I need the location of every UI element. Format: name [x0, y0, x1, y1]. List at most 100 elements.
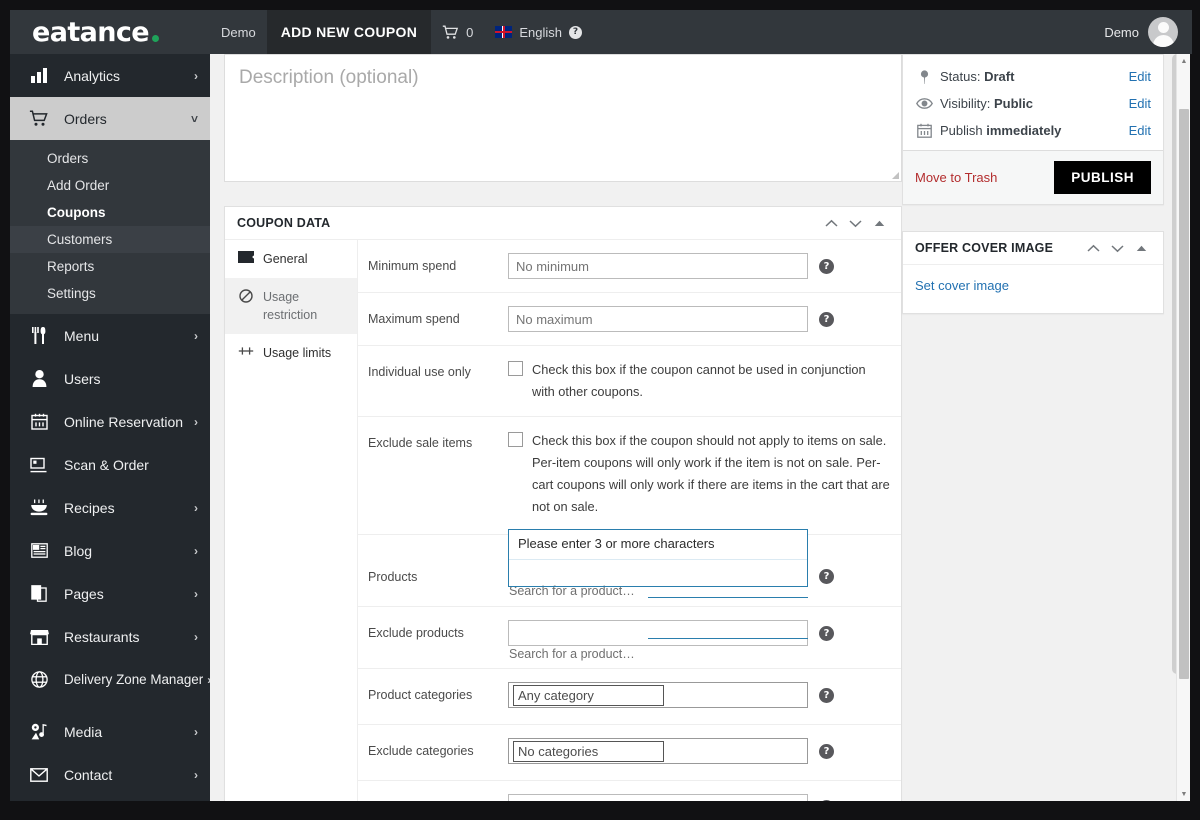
brand-dot-icon	[152, 34, 159, 42]
adminbar-language[interactable]: English ?	[484, 10, 593, 54]
visibility-label: Visibility:	[940, 96, 991, 111]
tab-usage-restriction[interactable]: Usage restriction	[225, 278, 357, 335]
help-icon[interactable]: ?	[819, 626, 834, 641]
sidebar-item-label: Delivery Zone Manager	[64, 672, 204, 687]
field-label: Products	[368, 570, 418, 584]
sidebar-subitem-coupons[interactable]: Coupons	[10, 199, 210, 226]
help-icon[interactable]: ?	[819, 688, 834, 703]
description-textarea[interactable]: Description (optional)	[224, 54, 902, 182]
chevron-right-icon: ›	[194, 724, 198, 739]
sidebar-item-recipes[interactable]: Recipes ›	[10, 486, 210, 529]
help-icon[interactable]: ?	[568, 25, 582, 39]
move-up-icon[interactable]	[819, 211, 843, 235]
cart-count: 0	[466, 24, 474, 40]
publish-schedule-text: Publish immediately	[940, 123, 1129, 138]
adminbar-cart[interactable]: 0	[431, 10, 484, 54]
visibility-edit-link[interactable]: Edit	[1129, 96, 1151, 111]
products-select2[interactable]: Search for a product… Please enter 3 or …	[508, 529, 808, 598]
publish-box: Status: Draft Edit Visibility: Public Ed…	[902, 54, 1164, 205]
individual-use-checkbox-wrap[interactable]: Check this box if the coupon cannot be u…	[508, 359, 891, 403]
toggle-panel-icon[interactable]	[1129, 236, 1153, 260]
sidebar-item-pages[interactable]: Pages ›	[10, 572, 210, 615]
field-row-products: Products Search for a product… Please en…	[358, 529, 901, 607]
panel-title: OFFER COVER IMAGE	[915, 241, 1054, 255]
field-row-allowed-emails: Allowed emails ?	[358, 781, 901, 801]
sidebar-subitem-settings[interactable]: Settings	[10, 280, 210, 307]
store-icon	[28, 627, 50, 647]
move-down-icon[interactable]	[843, 211, 867, 235]
individual-use-checkbox[interactable]	[508, 361, 523, 376]
status-label: Status:	[940, 69, 981, 84]
sidebar-item-contact[interactable]: Contact ›	[10, 753, 210, 796]
page-scrollbar-thumb[interactable]	[1179, 109, 1189, 679]
help-icon[interactable]: ?	[819, 259, 834, 274]
publish-edit-link[interactable]: Edit	[1129, 123, 1151, 138]
sidebar-item-label: Online Reservation	[64, 413, 184, 430]
product-categories-select[interactable]: Any category	[508, 682, 808, 708]
sidebar-item-orders[interactable]: Orders ˅	[10, 97, 210, 140]
help-icon[interactable]: ?	[819, 800, 834, 801]
move-down-icon[interactable]	[1105, 236, 1129, 260]
help-icon[interactable]: ?	[819, 569, 834, 584]
maximum-spend-input[interactable]	[508, 306, 808, 332]
sidebar-item-online-reservation[interactable]: Online Reservation ›	[10, 400, 210, 443]
offer-cover-header: OFFER COVER IMAGE	[903, 232, 1163, 265]
sidebar-item-analytics[interactable]: Analytics ›	[10, 54, 210, 97]
exclude-products-select2[interactable]: Search for a product…	[508, 620, 808, 661]
field-label: Exclude products	[368, 626, 464, 640]
sidebar: Analytics › Orders ˅ Orders Add Order Co…	[10, 54, 210, 801]
publish-button[interactable]: PUBLISH	[1054, 161, 1151, 194]
sidebar-item-blog[interactable]: Blog ›	[10, 529, 210, 572]
visibility-value: Public	[993, 96, 1033, 111]
page-scrollbar[interactable]: ▲ ▼	[1176, 54, 1190, 801]
status-value: Draft	[984, 69, 1015, 84]
tab-general[interactable]: General	[225, 240, 357, 278]
sidebar-subitem-reports[interactable]: Reports	[10, 253, 210, 280]
products-dropdown[interactable]: Please enter 3 or more characters	[509, 530, 807, 585]
sidebar-item-scan-and-order[interactable]: Scan & Order	[10, 443, 210, 486]
move-to-trash-link[interactable]: Move to Trash	[915, 170, 1054, 185]
scroll-down-icon[interactable]: ▼	[1177, 787, 1191, 801]
minimum-spend-input[interactable]	[508, 253, 808, 279]
eye-icon	[915, 98, 934, 109]
brand-logo[interactable]: eatance	[10, 10, 210, 54]
tab-usage-limits[interactable]: Usage limits	[225, 334, 357, 372]
set-cover-image-link[interactable]: Set cover image	[903, 265, 1163, 313]
sidebar-item-menu[interactable]: Menu ›	[10, 314, 210, 357]
sidebar-item-users[interactable]: Users	[10, 357, 210, 400]
help-icon[interactable]: ?	[819, 312, 834, 327]
sidebar-subitem-customers[interactable]: Customers	[10, 226, 210, 253]
publish-status-text: Status: Draft	[940, 69, 1129, 84]
field-row-product-categories: Product categories Any category ?	[358, 669, 901, 725]
status-edit-link[interactable]: Edit	[1129, 69, 1151, 84]
allowed-emails-input[interactable]	[508, 794, 808, 801]
sidebar-item-delivery-zone-manager[interactable]: Delivery Zone Manager ›	[10, 658, 210, 701]
exclude-sale-items-checkbox-wrap[interactable]: Check this box if the coupon should not …	[508, 430, 891, 518]
sidebar-item-media[interactable]: Media ›	[10, 710, 210, 753]
sidebar-divider	[10, 701, 210, 710]
sidebar-subitem-orders[interactable]: Orders	[10, 145, 210, 172]
toggle-panel-icon[interactable]	[867, 211, 891, 235]
products-dropdown-message: Please enter 3 or more characters	[509, 530, 807, 560]
sidebar-item-label: Media	[64, 723, 103, 740]
sidebar-subitem-add-order[interactable]: Add Order	[10, 172, 210, 199]
sidebar-item-restaurants[interactable]: Restaurants ›	[10, 615, 210, 658]
chevron-right-icon: ›	[207, 673, 210, 687]
exclude-sale-items-checkbox[interactable]	[508, 432, 523, 447]
sidebar-item-label: Pages	[64, 585, 104, 602]
sidebar-subitem-label: Add Order	[47, 178, 110, 193]
help-icon[interactable]: ?	[819, 744, 834, 759]
exclude-products-select-field[interactable]	[508, 620, 808, 646]
adminbar-item-add-new-coupon[interactable]: ADD NEW COUPON	[266, 10, 432, 54]
adminbar-item-demo[interactable]: Demo	[210, 10, 267, 54]
adminbar-item-demo-label: Demo	[221, 24, 256, 40]
blog-icon	[28, 541, 50, 561]
scroll-up-icon[interactable]: ▲	[1177, 54, 1191, 68]
field-row-individual-use-only: Individual use only Check this box if th…	[358, 346, 901, 417]
move-up-icon[interactable]	[1081, 236, 1105, 260]
shopping-cart-icon	[442, 25, 459, 40]
exclude-categories-select[interactable]: No categories	[508, 738, 808, 764]
language-label: English	[519, 24, 562, 40]
coupon-data-body: General Usage restriction Usage limits M…	[225, 240, 901, 801]
adminbar-account[interactable]: Demo	[1104, 10, 1192, 54]
